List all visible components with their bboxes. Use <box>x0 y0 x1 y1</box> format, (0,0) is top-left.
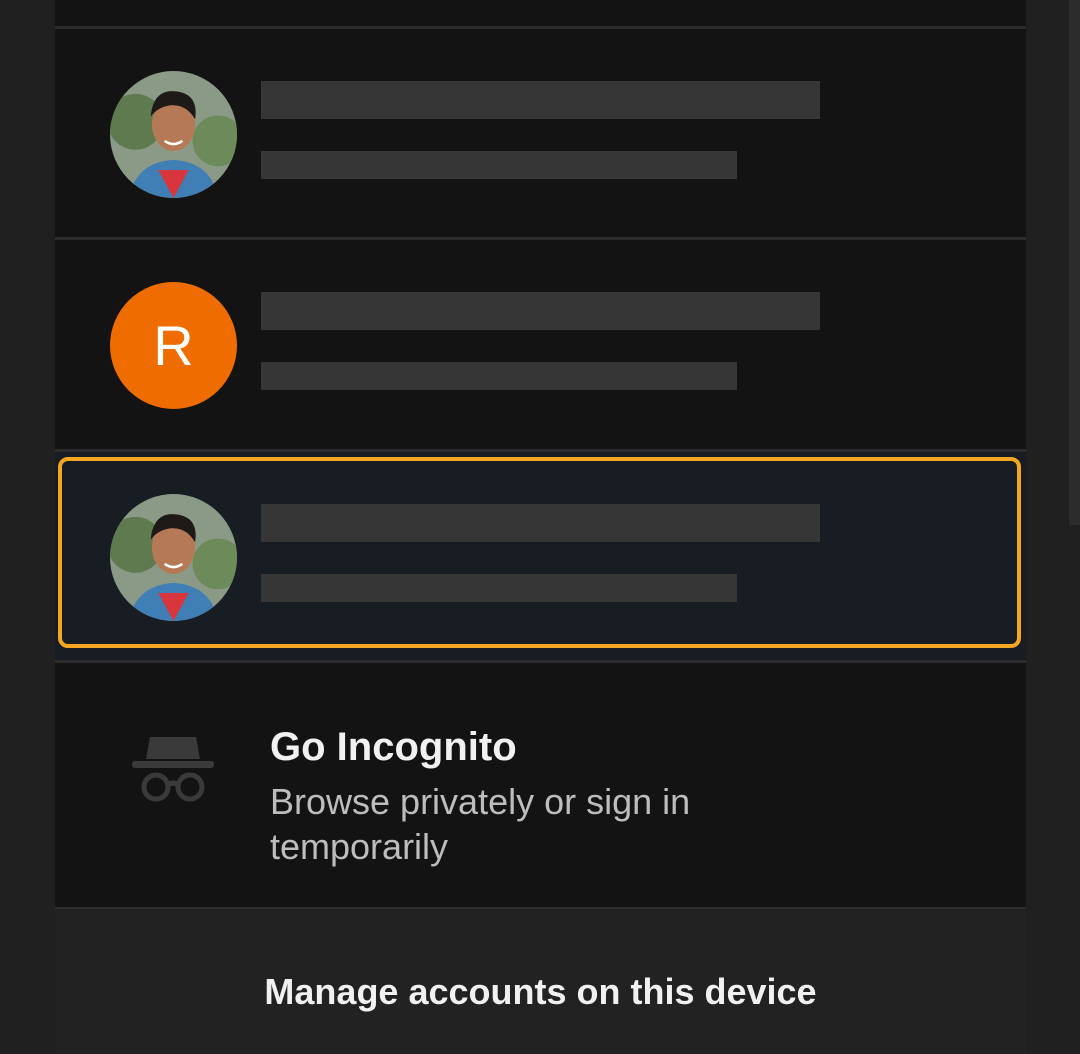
account-email-redacted <box>261 574 737 602</box>
account-name-redacted <box>261 81 820 119</box>
incognito-subtitle: Browse privately or sign in temporarily <box>270 781 691 867</box>
account-row-2[interactable]: R <box>55 240 1026 448</box>
incognito-icon <box>130 733 216 803</box>
person-photo-avatar <box>110 494 237 621</box>
person-photo-avatar <box>110 71 237 198</box>
manage-accounts-label: Manage accounts on this device <box>264 971 817 1012</box>
go-incognito-item[interactable]: Go Incognito Browse privately or sign in… <box>55 663 1026 907</box>
letter-avatar: R <box>110 282 237 409</box>
account-name-redacted <box>261 504 820 542</box>
account-row-3-selected[interactable] <box>55 452 1026 660</box>
account-row-1[interactable] <box>55 29 1026 237</box>
account-email-redacted <box>261 362 737 390</box>
scrollbar[interactable] <box>1069 0 1080 525</box>
manage-accounts-button[interactable]: Manage accounts on this device <box>55 909 1026 1054</box>
account-email-redacted <box>261 151 737 179</box>
account-name-redacted <box>261 292 820 330</box>
incognito-title: Go Incognito <box>270 725 517 769</box>
